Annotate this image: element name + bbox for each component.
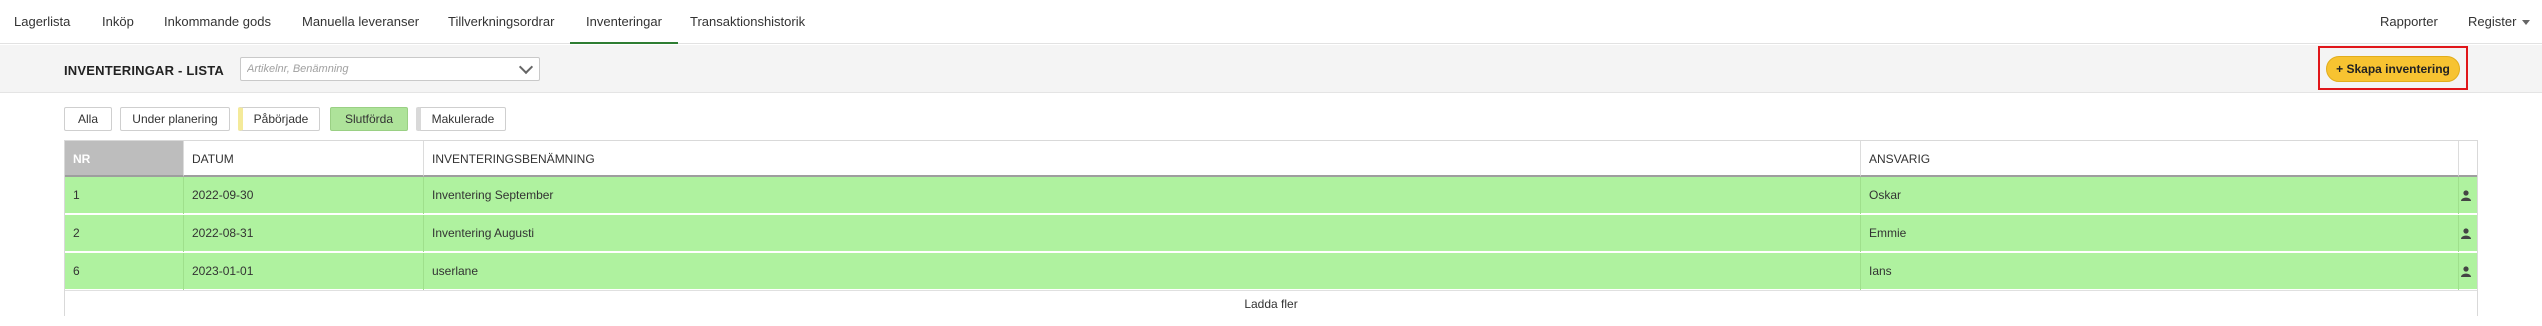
filter-slutforda[interactable]: Slutförda <box>330 107 408 131</box>
nav-register-dropdown[interactable]: Register <box>2468 0 2531 44</box>
filter-under-planering[interactable]: Under planering <box>120 107 230 131</box>
top-navigation: Lagerlista Inköp Inkommande gods Manuell… <box>0 0 2542 44</box>
chevron-down-icon[interactable] <box>518 59 534 75</box>
table-row[interactable]: 6 2023-01-01 userlane Ians <box>65 253 2477 290</box>
table-row[interactable]: 1 2022-09-30 Inventering September Oskar <box>65 177 2477 214</box>
column-header-benamning[interactable]: INVENTERINGSBENÄMNING <box>424 141 1861 177</box>
cell-nr: 6 <box>65 253 184 290</box>
create-inventory-button[interactable]: + Skapa inventering <box>2326 56 2460 82</box>
cell-ansvarig: Emmie <box>1861 215 2459 252</box>
cell-benamning: userlane <box>424 253 1861 290</box>
table-row[interactable]: 2 2022-08-31 Inventering Augusti Emmie <box>65 215 2477 252</box>
cell-ansvarig: Ians <box>1861 253 2459 290</box>
cell-datum: 2022-08-31 <box>184 215 424 252</box>
cell-ansvarig: Oskar <box>1861 177 2459 214</box>
filter-paborjade[interactable]: Påbörjade <box>238 107 320 131</box>
cell-benamning: Inventering September <box>424 177 1861 214</box>
nav-tillverkningsordrar[interactable]: Tillverkningsordrar <box>448 0 554 44</box>
column-header-datum[interactable]: DATUM <box>184 141 424 177</box>
person-icon[interactable] <box>2461 228 2471 239</box>
nav-inventeringar[interactable]: Inventeringar <box>570 0 678 44</box>
nav-inkop[interactable]: Inköp <box>102 0 134 44</box>
load-more-button[interactable]: Ladda fler <box>65 290 2477 316</box>
filter-alla[interactable]: Alla <box>64 107 112 131</box>
page-title: INVENTERINGAR - LISTA <box>64 63 224 78</box>
inventory-table: NR DATUM INVENTERINGSBENÄMNING ANSVARIG … <box>64 140 2478 316</box>
cell-benamning: Inventering Augusti <box>424 215 1861 252</box>
nav-register-label: Register <box>2468 14 2517 29</box>
cell-nr: 1 <box>65 177 184 214</box>
cell-datum: 2022-09-30 <box>184 177 424 214</box>
person-icon[interactable] <box>2461 266 2471 277</box>
nav-manuella-leveranser[interactable]: Manuella leveranser <box>302 0 419 44</box>
filter-makulerade[interactable]: Makulerade <box>416 107 506 131</box>
nav-rapporter[interactable]: Rapporter <box>2380 0 2438 44</box>
nav-lagerlista[interactable]: Lagerlista <box>14 0 70 44</box>
column-header-actions <box>2459 141 2477 177</box>
nav-inkommande-gods[interactable]: Inkommande gods <box>164 0 271 44</box>
column-header-nr[interactable]: NR <box>65 141 184 177</box>
person-icon[interactable] <box>2461 190 2471 201</box>
column-header-ansvarig[interactable]: ANSVARIG <box>1861 141 2459 177</box>
search-input[interactable] <box>241 58 511 80</box>
article-search-select[interactable] <box>240 57 540 81</box>
cell-nr: 2 <box>65 215 184 252</box>
cell-datum: 2023-01-01 <box>184 253 424 290</box>
caret-down-icon <box>2522 20 2531 26</box>
nav-transaktionshistorik[interactable]: Transaktionshistorik <box>690 0 805 44</box>
